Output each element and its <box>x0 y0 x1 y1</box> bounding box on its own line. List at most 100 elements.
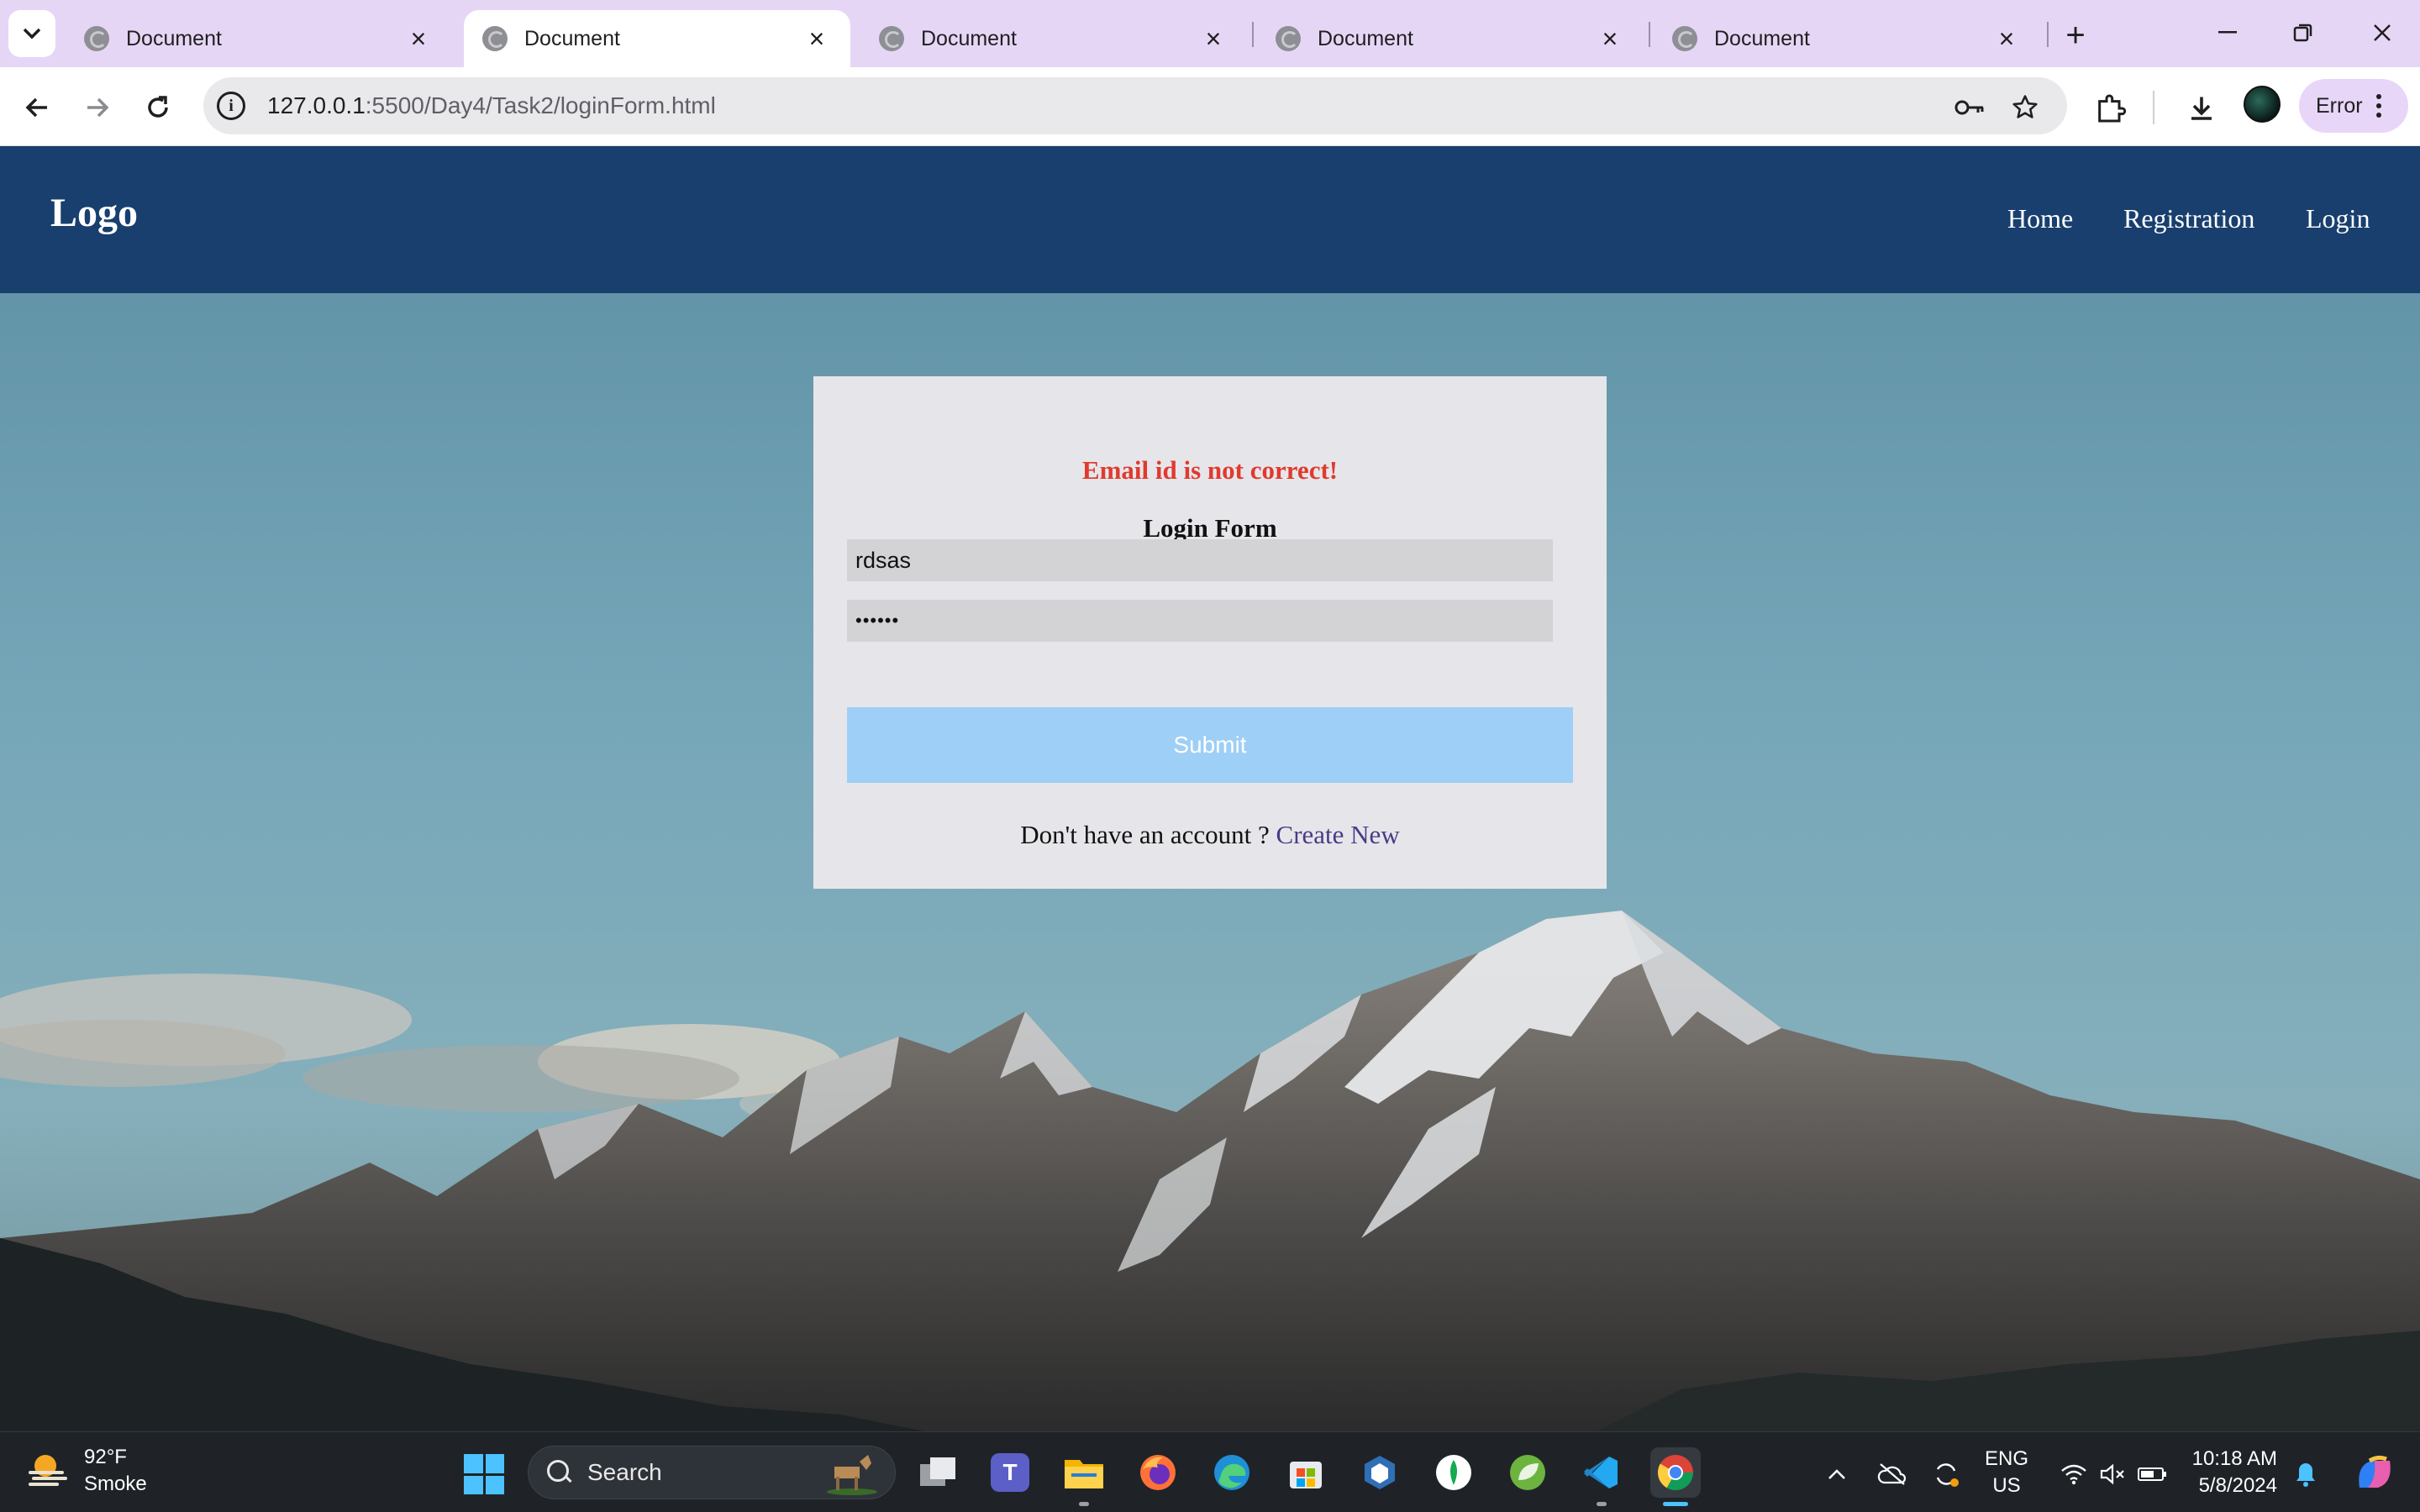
language-indicator[interactable]: ENG US <box>1985 1446 2028 1499</box>
email-input[interactable]: rdsas <box>847 539 1553 581</box>
close-window-button[interactable] <box>2353 12 2412 54</box>
edge-icon[interactable] <box>1207 1447 1257 1498</box>
site-navbar: Logo Home Registration Login <box>0 146 2420 293</box>
url-text[interactable]: 127.0.0.1:5500/Day4/Task2/loginForm.html <box>267 92 716 119</box>
browser-tab-5[interactable]: Document × <box>1654 10 2040 67</box>
browser-tab-strip: Document × Document × Document × Documen… <box>0 0 2420 67</box>
nav-link-home[interactable]: Home <box>2007 203 2073 234</box>
browser-tab-4[interactable]: Document × <box>1257 10 1644 67</box>
nav-link-login[interactable]: Login <box>2306 203 2370 234</box>
close-icon[interactable]: × <box>403 24 434 54</box>
running-indicator <box>1597 1502 1607 1506</box>
weather-haze-icon <box>25 1447 72 1494</box>
taskbar-search-box[interactable]: Search <box>528 1446 896 1499</box>
globe-icon <box>482 26 508 51</box>
chrome-icon[interactable] <box>1650 1447 1701 1506</box>
reload-icon <box>148 96 168 118</box>
minimize-icon <box>2218 31 2237 34</box>
globe-icon <box>84 26 109 51</box>
search-icon <box>547 1460 572 1485</box>
copilot-icon[interactable] <box>2349 1455 2400 1491</box>
tab-separator <box>1252 22 1254 47</box>
spring-tools-icon[interactable] <box>1502 1447 1553 1498</box>
forward-button[interactable] <box>74 84 121 131</box>
browser-tab-1[interactable]: Document × <box>66 10 452 67</box>
submit-button[interactable]: Submit <box>847 707 1573 783</box>
start-button[interactable] <box>464 1454 504 1494</box>
error-message: Email id is not correct! <box>1081 455 1339 485</box>
toolbar-separator <box>2153 91 2154 124</box>
tab-title: Document <box>126 26 222 50</box>
teams-icon[interactable]: T <box>985 1447 1035 1498</box>
error-label: Error <box>2316 93 2363 118</box>
login-form-card: Email id is not correct! Login Form rdsa… <box>813 376 1607 889</box>
weather-description: Smoke <box>84 1473 147 1495</box>
clock-date: 5/8/2024 <box>2198 1474 2277 1497</box>
reload-button[interactable] <box>134 84 182 131</box>
notification-bell-icon[interactable] <box>2289 1457 2323 1491</box>
close-icon[interactable]: × <box>1595 24 1625 54</box>
mongodb-compass-icon[interactable] <box>1428 1447 1479 1498</box>
restore-button[interactable] <box>2274 12 2333 54</box>
page-viewport: Logo Home Registration Login Email id is… <box>0 146 2420 1431</box>
arrow-left-icon <box>25 97 47 118</box>
vscode-icon[interactable] <box>1576 1447 1627 1506</box>
tab-title: Document <box>921 26 1017 50</box>
tab-title: Document <box>1714 26 1810 50</box>
tab-separator <box>1649 22 1650 47</box>
site-logo[interactable]: Logo <box>50 190 138 236</box>
bookmark-star-icon[interactable] <box>2008 91 2042 124</box>
globe-icon <box>879 26 904 51</box>
nav-link-registration[interactable]: Registration <box>2123 203 2254 234</box>
firefox-icon[interactable] <box>1133 1447 1183 1498</box>
new-tab-button[interactable]: + <box>2055 15 2096 55</box>
browser-toolbar: i 127.0.0.1:5500/Day4/Task2/loginForm.ht… <box>0 67 2420 146</box>
task-view-icon[interactable] <box>913 1447 963 1498</box>
chevron-down-icon <box>23 28 41 39</box>
sync-icon[interactable] <box>1929 1457 1963 1491</box>
password-input[interactable]: •••••• <box>847 600 1553 642</box>
browser-tab-3[interactable]: Document × <box>860 10 1247 67</box>
url-path: :5500/Day4/Task2/loginForm.html <box>365 92 716 118</box>
back-button[interactable] <box>13 84 60 131</box>
create-new-link[interactable]: Create New <box>1276 820 1400 849</box>
address-bar[interactable]: i 127.0.0.1:5500/Day4/Task2/loginForm.ht… <box>203 77 2067 134</box>
search-highlight-illustration <box>827 1455 877 1495</box>
minimize-button[interactable] <box>2198 12 2257 54</box>
speaker-muted-icon[interactable] <box>2096 1457 2129 1491</box>
running-indicator <box>1079 1502 1089 1506</box>
windows-taskbar: 92°F Smoke Search T ENG US 10:18 AM 5/8/… <box>0 1431 2420 1512</box>
clock[interactable]: 10:18 AM 5/8/2024 <box>2188 1446 2277 1499</box>
close-icon[interactable]: × <box>1991 24 2022 54</box>
more-menu-icon[interactable] <box>2375 94 2381 118</box>
chevron-up-icon[interactable] <box>1820 1457 1854 1491</box>
close-icon[interactable]: × <box>1198 24 1228 54</box>
cloud-offline-icon[interactable] <box>1876 1457 1909 1491</box>
wifi-icon[interactable] <box>2057 1457 2091 1491</box>
signup-prompt-text: Don't have an account ? <box>1020 820 1276 849</box>
download-icon[interactable] <box>2181 88 2222 129</box>
profile-avatar[interactable] <box>2244 86 2281 123</box>
tab-title: Document <box>524 26 620 50</box>
microsoft-store-icon[interactable] <box>1281 1447 1331 1498</box>
tab-search-button[interactable] <box>8 10 55 57</box>
site-info-icon[interactable]: i <box>217 92 245 120</box>
signup-prompt: Don't have an account ? Create New <box>813 820 1607 850</box>
virtualbox-icon[interactable] <box>1355 1447 1405 1498</box>
region-code: US <box>1992 1474 2021 1497</box>
password-key-icon[interactable] <box>1953 91 1986 124</box>
profile-error-button[interactable]: Error <box>2299 79 2408 133</box>
globe-icon <box>1672 26 1697 51</box>
weather-widget[interactable]: 92°F Smoke <box>25 1444 147 1498</box>
globe-icon <box>1276 26 1301 51</box>
file-explorer-icon[interactable] <box>1059 1447 1109 1506</box>
language-code: ENG <box>1985 1447 2029 1470</box>
browser-tab-2[interactable]: Document × <box>464 10 850 67</box>
close-icon[interactable]: × <box>802 24 832 54</box>
arrow-right-icon <box>87 97 109 118</box>
tab-title: Document <box>1318 26 1413 50</box>
battery-icon[interactable] <box>2136 1457 2170 1491</box>
tab-separator <box>2047 22 2049 47</box>
url-host: 127.0.0.1 <box>267 92 366 118</box>
extensions-icon[interactable] <box>2091 88 2131 129</box>
